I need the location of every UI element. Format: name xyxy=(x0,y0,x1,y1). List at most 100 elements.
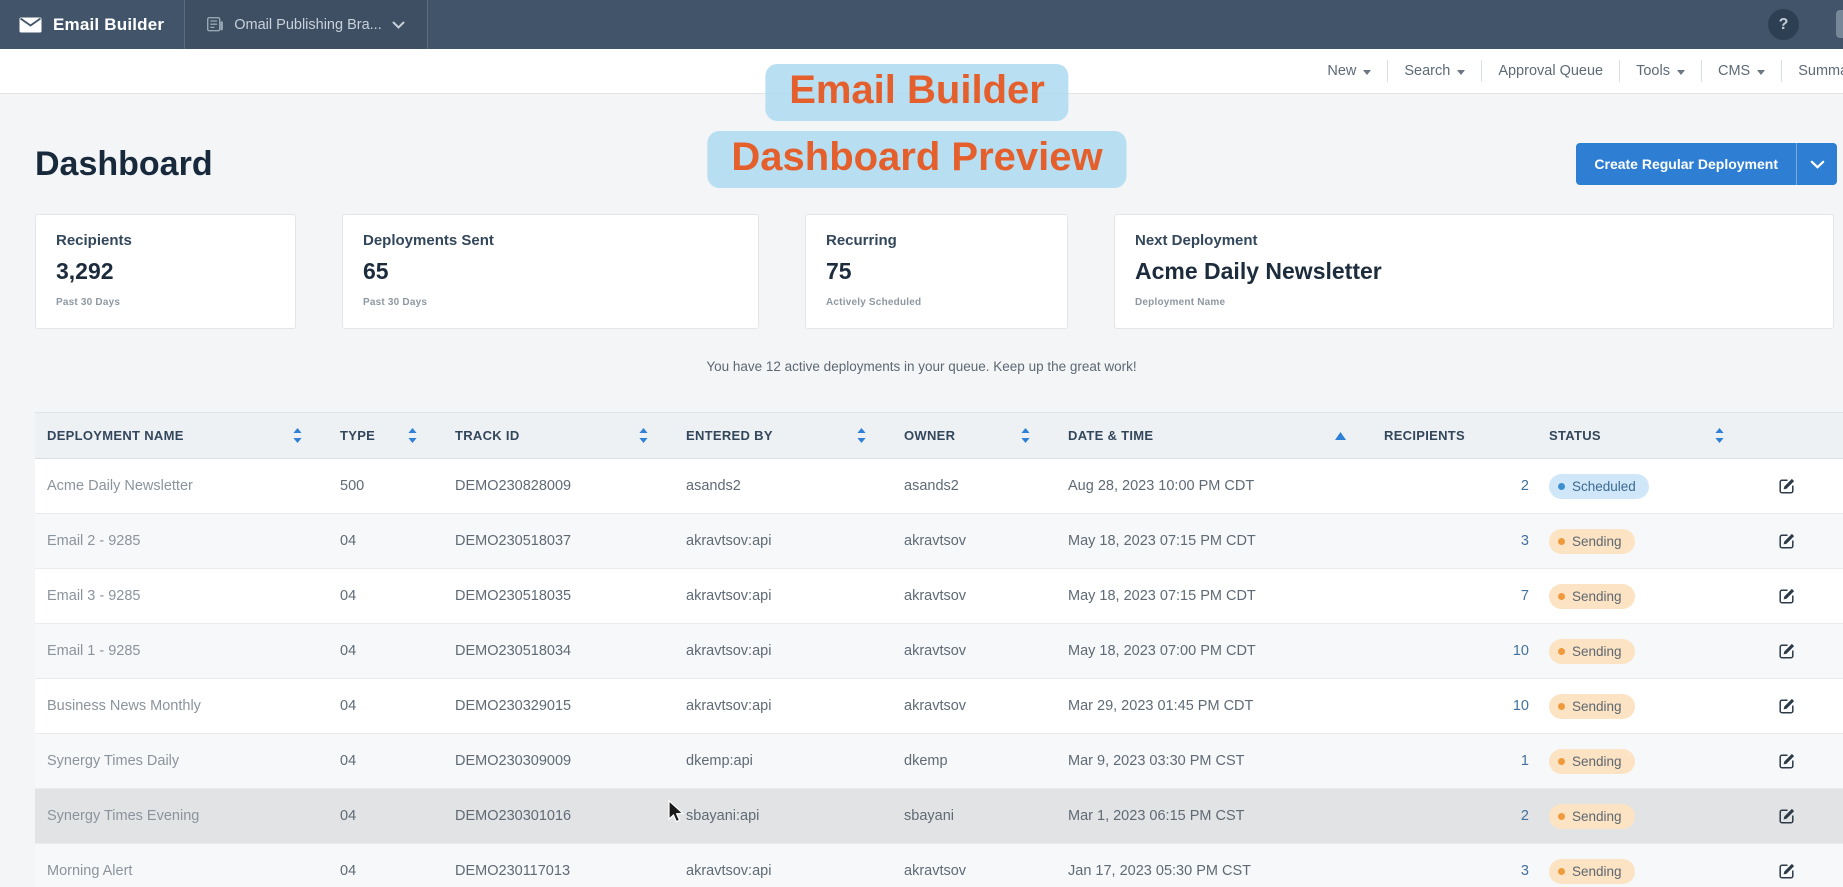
edit-deployment-button[interactable] xyxy=(1777,751,1797,771)
table-row[interactable]: Synergy Times Evening04DEMO230301016sbay… xyxy=(35,789,1843,844)
sort-icon[interactable] xyxy=(1021,428,1044,443)
status-label: Sending xyxy=(1572,699,1622,714)
table-row[interactable]: Email 3 - 928504DEMO230518035akravtsov:a… xyxy=(35,569,1843,624)
help-button[interactable]: ? xyxy=(1768,9,1799,40)
email-icon xyxy=(19,17,42,33)
column-label: OWNER xyxy=(904,428,955,443)
table-row[interactable]: Business News Monthly04DEMO230329015akra… xyxy=(35,679,1843,734)
cell-track-id: DEMO230518034 xyxy=(443,643,674,659)
column-header-recipients[interactable]: RECIPIENTS xyxy=(1372,413,1537,458)
create-button-label[interactable]: Create Regular Deployment xyxy=(1576,143,1796,185)
cell-recipients: 10 xyxy=(1372,698,1537,714)
column-header-track-id[interactable]: TRACK ID xyxy=(443,413,674,458)
cell-owner: akravtsov xyxy=(892,698,1056,714)
cell-entered-by: akravtsov:api xyxy=(674,863,892,879)
column-header-deployment-name[interactable]: DEPLOYMENT NAME xyxy=(35,413,328,458)
nav-item-summar[interactable]: Summar xyxy=(1781,60,1843,82)
cell-deployment-name: Email 2 - 9285 xyxy=(35,533,328,549)
cell-track-id: DEMO230301016 xyxy=(443,808,674,824)
column-label: STATUS xyxy=(1549,428,1601,443)
sort-icon[interactable] xyxy=(293,428,316,443)
column-label: DEPLOYMENT NAME xyxy=(47,428,184,443)
chevron-down-icon xyxy=(1457,70,1465,75)
cell-actions xyxy=(1750,531,1843,551)
nav-item-approval-queue[interactable]: Approval Queue xyxy=(1481,60,1619,82)
cell-entered-by: sbayani:api xyxy=(674,808,892,824)
cell-date-time: May 18, 2023 07:00 PM CDT xyxy=(1056,643,1372,659)
nav-item-label: Approval Queue xyxy=(1498,63,1603,79)
create-regular-deployment-button[interactable]: Create Regular Deployment xyxy=(1576,143,1837,185)
edit-deployment-button[interactable] xyxy=(1777,641,1797,661)
main-content: Dashboard Create Regular Deployment Reci… xyxy=(0,140,1843,887)
stat-label: Next Deployment xyxy=(1135,232,1813,249)
column-label: TYPE xyxy=(340,428,375,443)
cell-status: Sending xyxy=(1537,749,1750,774)
cell-type: 04 xyxy=(328,698,443,714)
page-head: Dashboard Create Regular Deployment xyxy=(35,140,1837,188)
nav-item-label: Summar xyxy=(1798,63,1843,79)
nav-item-label: CMS xyxy=(1718,63,1750,79)
table-header: DEPLOYMENT NAME TYPE TRACK ID ENTERED BY OWN… xyxy=(35,412,1843,459)
cell-entered-by: akravtsov:api xyxy=(674,643,892,659)
cell-actions xyxy=(1750,696,1843,716)
nav-item-new[interactable]: New xyxy=(1311,60,1387,82)
table-body: Acme Daily Newsletter500DEMO230828009asa… xyxy=(35,459,1843,887)
stat-label: Recurring xyxy=(826,232,1047,249)
table-row[interactable]: Email 2 - 928504DEMO230518037akravtsov:a… xyxy=(35,514,1843,569)
nav-item-search[interactable]: Search xyxy=(1387,60,1481,82)
column-header-date-time[interactable]: DATE & TIME xyxy=(1056,413,1372,458)
status-badge: Sending xyxy=(1549,639,1635,664)
cell-owner: sbayani xyxy=(892,808,1056,824)
column-header-entered-by[interactable]: ENTERED BY xyxy=(674,413,892,458)
cell-track-id: DEMO230828009 xyxy=(443,478,674,494)
cell-type: 04 xyxy=(328,808,443,824)
sort-asc-icon[interactable] xyxy=(1335,432,1360,440)
queue-message: You have 12 active deployments in your q… xyxy=(35,359,1808,374)
nav-item-cms[interactable]: CMS xyxy=(1701,60,1781,82)
table-row[interactable]: Email 1 - 928504DEMO230518034akravtsov:a… xyxy=(35,624,1843,679)
status-label: Sending xyxy=(1572,644,1622,659)
table-row[interactable]: Synergy Times Daily04DEMO230309009dkemp:… xyxy=(35,734,1843,789)
nav-item-label: Search xyxy=(1404,63,1450,79)
sort-icon[interactable] xyxy=(639,428,662,443)
table-row[interactable]: Morning Alert04DEMO230117013akravtsov:ap… xyxy=(35,844,1843,887)
status-dot-icon xyxy=(1558,758,1565,765)
nav-item-tools[interactable]: Tools xyxy=(1619,60,1701,82)
cell-recipients: 2 xyxy=(1372,478,1537,494)
edit-deployment-button[interactable] xyxy=(1777,696,1797,716)
column-header-status[interactable]: STATUS xyxy=(1537,413,1750,458)
table-row[interactable]: Acme Daily Newsletter500DEMO230828009asa… xyxy=(35,459,1843,514)
cell-date-time: Aug 28, 2023 10:00 PM CDT xyxy=(1056,478,1372,494)
cell-owner: akravtsov xyxy=(892,643,1056,659)
column-header-type[interactable]: TYPE xyxy=(328,413,443,458)
cell-track-id: DEMO230309009 xyxy=(443,753,674,769)
stat-sublabel: Actively Scheduled xyxy=(826,297,1047,308)
brand-selector[interactable]: Omail Publishing Bra... xyxy=(185,0,426,49)
sort-icon[interactable] xyxy=(1715,428,1738,443)
cell-recipients: 1 xyxy=(1372,753,1537,769)
chevron-down-icon[interactable] xyxy=(1796,143,1837,185)
edit-deployment-button[interactable] xyxy=(1777,531,1797,551)
edit-deployment-button[interactable] xyxy=(1777,476,1797,496)
sort-icon[interactable] xyxy=(857,428,880,443)
edit-deployment-button[interactable] xyxy=(1777,806,1797,826)
cell-type: 04 xyxy=(328,533,443,549)
status-label: Sending xyxy=(1572,864,1622,879)
app-title: Email Builder xyxy=(53,15,164,35)
edit-deployment-button[interactable] xyxy=(1777,861,1797,881)
column-header-owner[interactable]: OWNER xyxy=(892,413,1056,458)
status-badge: Sending xyxy=(1549,584,1635,609)
nav-item-label: New xyxy=(1327,63,1356,79)
cell-date-time: May 18, 2023 07:15 PM CDT xyxy=(1056,588,1372,604)
cell-owner: akravtsov xyxy=(892,863,1056,879)
stat-value: Acme Daily Newsletter xyxy=(1135,258,1813,285)
sort-icon[interactable] xyxy=(408,428,431,443)
edit-deployment-button[interactable] xyxy=(1777,586,1797,606)
column-label: TRACK ID xyxy=(455,428,520,443)
status-label: Sending xyxy=(1572,809,1622,824)
status-label: Scheduled xyxy=(1572,479,1636,494)
cell-recipients: 2 xyxy=(1372,808,1537,824)
status-dot-icon xyxy=(1558,648,1565,655)
cell-deployment-name: Email 3 - 9285 xyxy=(35,588,328,604)
cell-track-id: DEMO230518035 xyxy=(443,588,674,604)
